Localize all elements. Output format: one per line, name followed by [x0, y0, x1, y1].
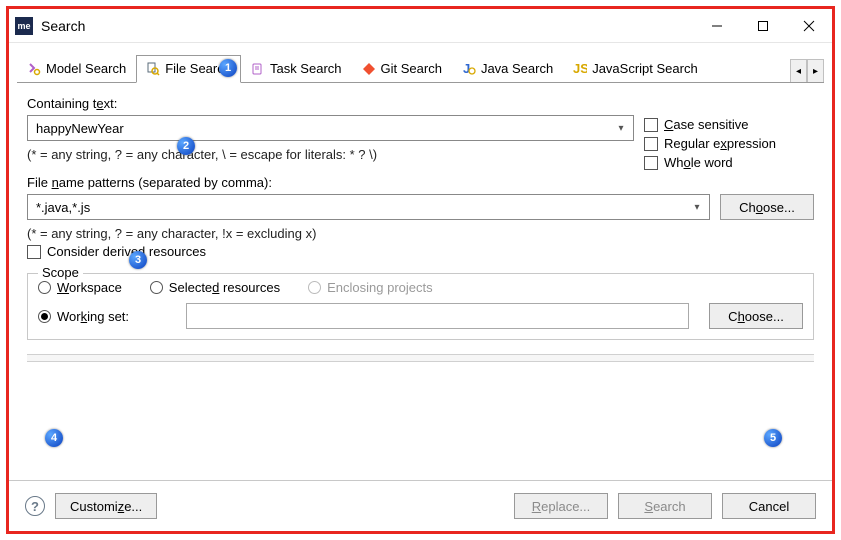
- titlebar: me Search: [9, 9, 832, 43]
- task-search-icon: [251, 62, 265, 76]
- filename-patterns-input[interactable]: [34, 199, 689, 216]
- app-icon: me: [15, 17, 33, 35]
- callout-3: 3: [129, 251, 147, 269]
- containing-text-combo[interactable]: ▾: [27, 115, 634, 141]
- choose-filetypes-button[interactable]: Choose...: [720, 194, 814, 220]
- callout-1: 1: [219, 59, 237, 77]
- tab-label: JavaScript Search: [592, 61, 698, 76]
- callout-2: 2: [177, 137, 195, 155]
- tab-scroll-left[interactable]: ◂: [790, 59, 807, 83]
- help-icon[interactable]: ?: [25, 496, 45, 516]
- svg-text:JS: JS: [573, 62, 587, 76]
- scope-workspace-radio[interactable]: Workspace: [38, 280, 122, 295]
- replace-button[interactable]: Replace...: [514, 493, 608, 519]
- footer: ? Customize... Replace... Search Cancel: [9, 480, 832, 531]
- regex-checkbox[interactable]: Regular expression: [644, 136, 814, 151]
- callout-5: 5: [764, 429, 782, 447]
- scope-group: Scope Workspace Selected resources Enclo…: [27, 273, 814, 340]
- scope-selected-radio[interactable]: Selected resources: [150, 280, 280, 295]
- search-dialog: me Search Model Search File Search Task …: [6, 6, 835, 534]
- close-button[interactable]: [786, 10, 832, 42]
- file-search-panel: Containing text: ▾ (* = any string, ? = …: [9, 83, 832, 480]
- chevron-down-icon[interactable]: ▾: [689, 202, 705, 213]
- maximize-button[interactable]: [740, 10, 786, 42]
- model-search-icon: [27, 62, 41, 76]
- customize-button[interactable]: Customize...: [55, 493, 157, 519]
- tabbar: Model Search File Search Task Search Git…: [9, 43, 832, 83]
- tab-label: Task Search: [270, 61, 342, 76]
- search-button[interactable]: Search: [618, 493, 712, 519]
- tab-java-search[interactable]: J Java Search: [452, 55, 563, 83]
- choose-workingset-button[interactable]: Choose...: [709, 303, 803, 329]
- containing-text-hint: (* = any string, ? = any character, \ = …: [27, 147, 634, 162]
- tab-label: Java Search: [481, 61, 553, 76]
- cancel-button[interactable]: Cancel: [722, 493, 816, 519]
- whole-word-checkbox[interactable]: Whole word: [644, 155, 814, 170]
- file-search-icon: [146, 62, 160, 76]
- tab-git-search[interactable]: Git Search: [352, 55, 452, 83]
- scope-workingset-radio[interactable]: Working set:: [38, 309, 148, 324]
- tab-model-search[interactable]: Model Search: [17, 55, 136, 83]
- tab-label: Git Search: [381, 61, 442, 76]
- window-title: Search: [41, 18, 694, 34]
- git-search-icon: [362, 62, 376, 76]
- scope-enclosing-radio: Enclosing projects: [308, 280, 433, 295]
- filename-patterns-label: File name patterns (separated by comma):: [27, 175, 814, 190]
- tab-scroll-right[interactable]: ▸: [807, 59, 824, 83]
- javascript-search-icon: JS: [573, 62, 587, 76]
- filename-hint: (* = any string, ? = any character, !x =…: [27, 226, 814, 241]
- callout-4: 4: [45, 429, 63, 447]
- chevron-down-icon[interactable]: ▾: [613, 123, 629, 134]
- case-sensitive-checkbox[interactable]: Case sensitive: [644, 117, 814, 132]
- workingset-input[interactable]: [186, 303, 689, 329]
- tab-task-search[interactable]: Task Search: [241, 55, 352, 83]
- tab-javascript-search[interactable]: JS JavaScript Search: [563, 55, 707, 83]
- minimize-button[interactable]: [694, 10, 740, 42]
- java-search-icon: J: [462, 62, 476, 76]
- filename-patterns-combo[interactable]: ▾: [27, 194, 710, 220]
- containing-text-label: Containing text:: [27, 96, 814, 111]
- separator: [27, 354, 814, 362]
- tab-label: Model Search: [46, 61, 126, 76]
- scope-title: Scope: [38, 265, 83, 280]
- containing-text-input[interactable]: [34, 120, 613, 137]
